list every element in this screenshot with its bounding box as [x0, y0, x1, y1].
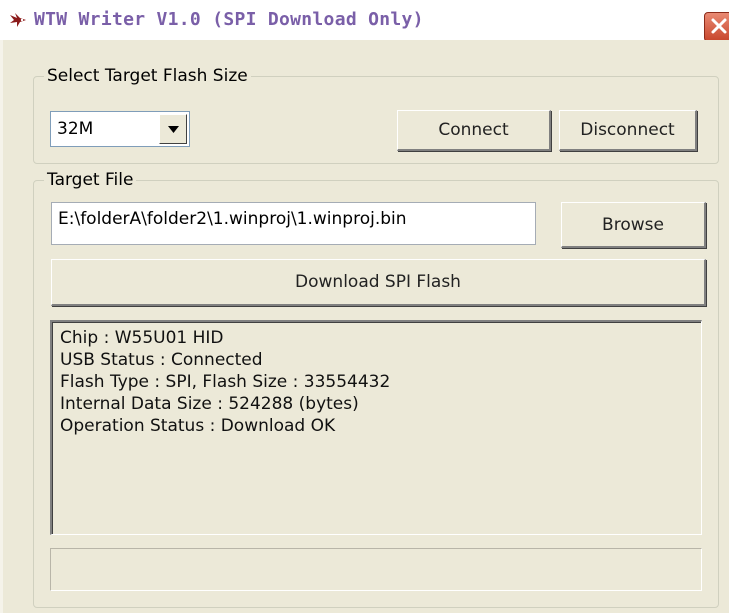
- disconnect-button[interactable]: Disconnect: [559, 110, 697, 151]
- window-title: WTW Writer V1.0 (SPI Download Only): [34, 9, 424, 30]
- log-line: USB Status : Connected: [60, 350, 263, 370]
- log-line: Operation Status : Download OK: [60, 416, 336, 436]
- close-button[interactable]: [704, 12, 729, 42]
- browse-button[interactable]: Browse: [561, 202, 706, 248]
- chevron-down-icon: [168, 126, 179, 133]
- bird-app-icon: [10, 13, 26, 27]
- log-line: Internal Data Size : 524288 (bytes): [60, 394, 359, 414]
- status-bar: [50, 548, 702, 591]
- log-line: Flash Type : SPI, Flash Size : 33554432: [60, 372, 391, 392]
- connect-button[interactable]: Connect: [397, 110, 551, 151]
- target-file-group: Target File E:\folderA\folder2\1.winproj…: [33, 170, 719, 608]
- target-file-group-label: Target File: [44, 170, 137, 190]
- file-path-input[interactable]: E:\folderA\folder2\1.winproj\1.winproj.b…: [51, 202, 536, 245]
- close-icon: [711, 18, 727, 34]
- title-bar[interactable]: WTW Writer V1.0 (SPI Download Only): [0, 0, 729, 42]
- browse-button-label: Browse: [602, 215, 664, 235]
- flash-size-value: 32M: [57, 119, 94, 139]
- disconnect-button-label: Disconnect: [580, 120, 675, 140]
- connect-button-label: Connect: [438, 120, 509, 140]
- flash-size-dropdown[interactable]: 32M: [50, 111, 190, 147]
- log-output-panel[interactable]: Chip : W55U01 HID USB Status : Connected…: [50, 320, 702, 535]
- dialog-client-area: Select Target Flash Size 32M Connect Dis…: [0, 40, 729, 613]
- window-left-border: [0, 40, 3, 613]
- dropdown-arrow-button[interactable]: [159, 114, 187, 144]
- flash-size-group-label: Select Target Flash Size: [44, 66, 251, 86]
- download-spi-flash-button[interactable]: Download SPI Flash: [51, 259, 706, 306]
- download-button-label: Download SPI Flash: [295, 272, 461, 292]
- flash-size-group: Select Target Flash Size 32M Connect Dis…: [33, 66, 719, 164]
- log-line: Chip : W55U01 HID: [60, 328, 224, 348]
